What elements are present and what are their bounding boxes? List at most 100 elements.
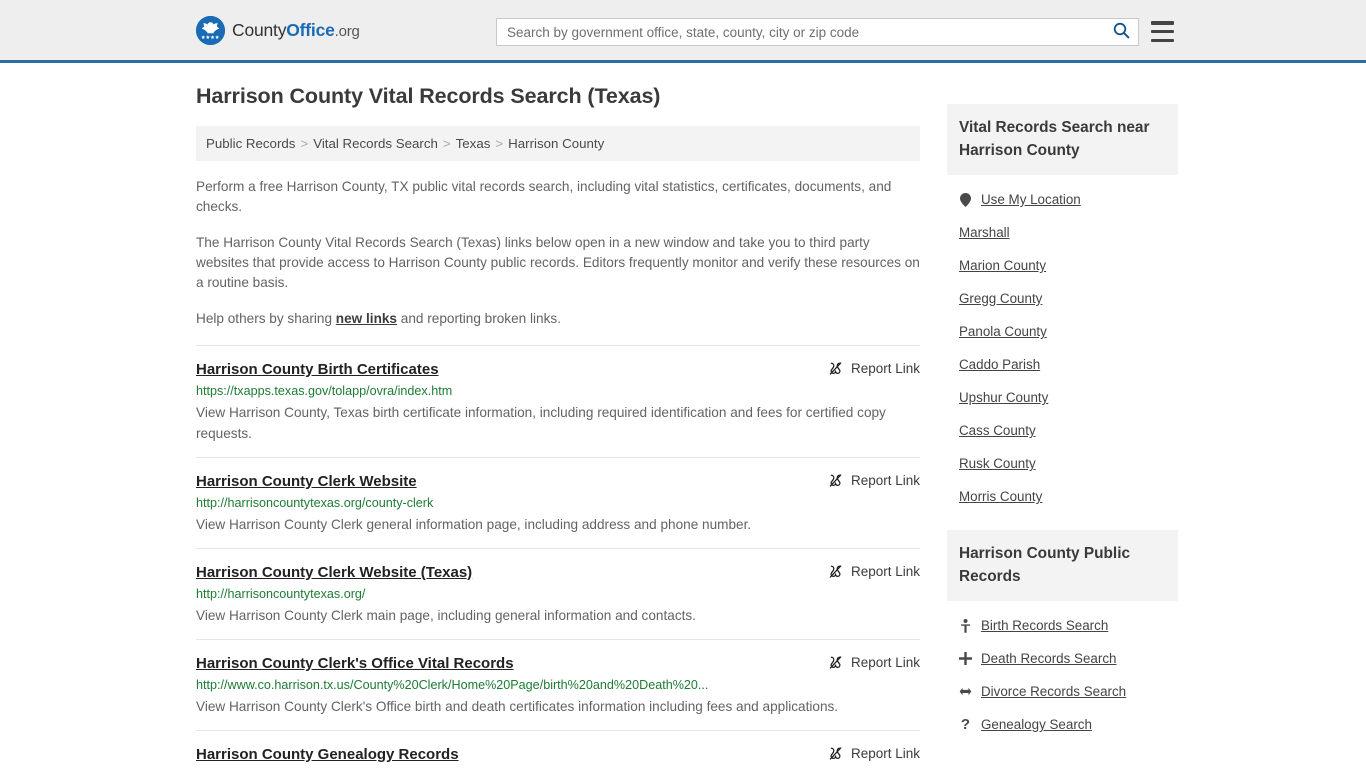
search-icon [1113,22,1130,42]
report-link-button[interactable]: Report Link [828,654,920,670]
result-description: View Harrison County Clerk general infor… [196,516,752,532]
result-url: http://harrisoncountytexas.org/ [196,586,366,601]
result-description: View Harrison County Clerk's Office birt… [196,698,839,714]
page-title: Harrison County Vital Records Search (Te… [196,84,661,108]
result-title-link[interactable]: Harrison County Birth Certificates [196,360,439,379]
sidebar-item-birth-records-search[interactable]: Birth Records Search [947,609,1178,642]
site-logo[interactable]: CountyOffice.org [196,15,360,45]
result-title-link[interactable]: Harrison County Clerk Website (Texas) [196,563,472,582]
result-url: http://www.co.harrison.tx.us/County%20Cl… [196,677,709,692]
broken-link-icon [828,473,843,488]
sidebar-item-genealogy-search[interactable]: ? Genealogy Search [947,708,1178,741]
sidebar-item-death-records-search[interactable]: Death Records Search [947,642,1178,675]
breadcrumb-item-vital-records-search[interactable]: Vital Records Search [313,136,438,151]
breadcrumb-item-public-records[interactable]: Public Records [206,136,295,151]
sidebar-link-label[interactable]: Caddo Parish [959,357,1040,372]
broken-link-icon [828,746,843,761]
page-container: Harrison County Vital Records Search (Te… [0,63,1366,768]
report-link-button[interactable]: Report Link [828,472,920,488]
result-item: Harrison County Birth Certificates Repor… [196,344,920,457]
sidebar-link-label[interactable]: Gregg County [959,291,1042,306]
result-description: View Harrison County, Texas birth certif… [196,404,886,441]
sidebar-item-use-my-location[interactable]: Use My Location [947,183,1178,216]
sidebar-link-label[interactable]: Divorce Records Search [981,684,1126,699]
brand-wordmark: CountyOffice.org [232,20,360,41]
sidebar-item-morris-county[interactable]: Morris County [947,480,1178,513]
sidebar-heading-public-records: Harrison County Public Records [947,530,1178,601]
breadcrumb-separator: > [495,135,504,151]
result-title-link[interactable]: Harrison County Clerk's Office Vital Rec… [196,654,514,673]
result-item: Harrison County Clerk Website (Texas) Re… [196,547,920,639]
sidebar-link-label[interactable]: Morris County [959,489,1042,504]
report-link-label: Report Link [850,745,920,761]
broken-link-icon [828,361,843,376]
sidebar-link-label[interactable]: Marshall [959,225,1010,240]
result-title-link[interactable]: Harrison County Genealogy Records [196,745,459,764]
share-paragraph: Help others by sharing new links and rep… [196,309,920,329]
search-button[interactable] [1104,19,1138,45]
hamburger-menu-icon[interactable] [1151,21,1174,42]
intro-paragraph-2: The Harrison County Vital Records Search… [196,234,920,290]
sidebar: Vital Records Search near Harrison Count… [947,84,1178,768]
report-link-button[interactable]: Report Link [828,745,920,761]
result-url: https://txapps.texas.gov/tolapp/ovra/ind… [196,383,453,398]
search-input[interactable] [497,24,1104,40]
result-title-link[interactable]: Harrison County Clerk Website [196,472,417,491]
breadcrumb-item-texas[interactable]: Texas [456,136,491,151]
site-header: CountyOffice.org [0,0,1366,63]
share-text-before: Help others by sharing [196,310,336,326]
sidebar-link-label[interactable]: Genealogy Search [981,717,1092,732]
sidebar-public-records-list: Birth Records Search Death Records Searc… [947,601,1178,741]
breadcrumb-item-harrison-county[interactable]: Harrison County [508,136,604,151]
result-item: Harrison County Clerk's Office Vital Rec… [196,638,920,730]
sidebar-section-public-records: Harrison County Public Records Birth Rec… [947,530,1178,741]
report-link-label: Report Link [850,563,920,579]
intro-paragraph-1: Perform a free Harrison County, TX publi… [196,178,892,214]
sidebar-item-caddo-parish[interactable]: Caddo Parish [947,348,1178,381]
sidebar-link-label[interactable]: Marion County [959,258,1046,273]
sidebar-item-marion-county[interactable]: Marion County [947,249,1178,282]
sidebar-link-label[interactable]: Upshur County [959,390,1048,405]
sidebar-item-panola-county[interactable]: Panola County [947,315,1178,348]
sidebar-link-label[interactable]: Use My Location [981,192,1081,207]
result-description: View Harrison County Clerk main page, in… [196,607,696,623]
search-bar[interactable] [496,18,1139,46]
breadcrumb: Public Records > Vital Records Search > Texa… [196,125,920,161]
baby-icon [959,618,972,633]
brand-part-tld: .org [334,22,360,40]
brand-part-office: Office [286,19,335,40]
sidebar-link-label[interactable]: Death Records Search [981,651,1116,666]
hamburger-bar [1151,29,1174,34]
sidebar-link-label[interactable]: Cass County [959,423,1036,438]
share-text-after: and reporting broken links. [397,310,561,326]
report-link-label: Report Link [850,472,920,488]
map-pin-icon [959,192,972,207]
sidebar-item-upshur-county[interactable]: Upshur County [947,381,1178,414]
report-link-label: Report Link [850,360,920,376]
sidebar-link-label[interactable]: Birth Records Search [981,618,1108,633]
result-item: Harrison County Clerk Website Report Lin… [196,456,920,548]
breadcrumb-separator: > [442,135,451,151]
broken-link-icon [828,655,843,670]
sidebar-item-marshall[interactable]: Marshall [947,216,1178,249]
sidebar-link-label[interactable]: Panola County [959,324,1047,339]
sidebar-item-gregg-county[interactable]: Gregg County [947,282,1178,315]
main-content: Harrison County Vital Records Search (Te… [196,84,920,768]
result-item: Harrison County Genealogy Records Report… [196,729,920,768]
question-mark-icon: ? [960,716,971,733]
sidebar-item-divorce-records-search[interactable]: Divorce Records Search [947,675,1178,708]
new-links-link[interactable]: new links [336,311,397,326]
sidebar-item-rusk-county[interactable]: Rusk County [947,447,1178,480]
report-link-button[interactable]: Report Link [828,360,920,376]
breadcrumb-separator: > [300,135,309,151]
result-url: http://harrisoncountytexas.org/county-cl… [196,495,434,510]
sidebar-item-cass-county[interactable]: Cass County [947,414,1178,447]
report-link-button[interactable]: Report Link [828,563,920,579]
broken-link-icon [828,564,843,579]
sidebar-link-label[interactable]: Rusk County [959,456,1036,471]
left-right-arrow-icon [959,684,972,699]
brand-part-county: County [232,19,287,40]
hamburger-bar [1151,38,1174,42]
sidebar-heading-nearby: Vital Records Search near Harrison Count… [947,104,1178,175]
